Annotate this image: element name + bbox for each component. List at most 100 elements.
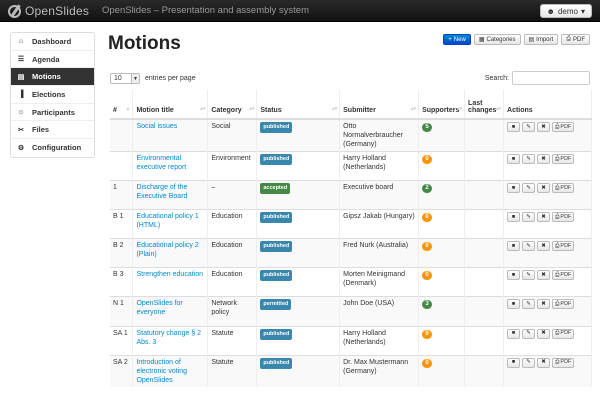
motion-title-link[interactable]: Discharge of the Executive Board xyxy=(136,184,187,200)
delete-button[interactable]: ✖ xyxy=(537,183,551,194)
motion-title-link[interactable]: Educational policy 1 (HTML) xyxy=(136,213,198,229)
remove-icon: ✖ xyxy=(541,213,546,220)
project-button[interactable]: ■ xyxy=(507,357,521,368)
import-button[interactable]: ▤ Import xyxy=(523,34,559,45)
motion-title-link[interactable]: Statutory change § 2 Abs. 3 xyxy=(136,330,201,346)
motion-title-link[interactable]: Social issues xyxy=(136,123,177,130)
pdf-label: PDF xyxy=(560,184,572,191)
last-changes xyxy=(464,118,505,152)
row-pdf-button[interactable]: ⎙ PDF xyxy=(552,328,575,339)
delete-button[interactable]: ✖ xyxy=(537,328,551,339)
top-navbar: OpenSlides OpenSlides – Presentation and… xyxy=(0,0,600,22)
categories-button[interactable]: ▦ Categories xyxy=(473,34,521,45)
row-pdf-button[interactable]: ⎙ PDF xyxy=(552,299,575,310)
edit-button[interactable]: ✎ xyxy=(522,357,536,368)
motion-title-link[interactable]: Introduction of electronic voting OpenSl… xyxy=(136,359,187,384)
column-header[interactable]: Supporters ▴▾ xyxy=(418,90,466,120)
sidebar-item-label: Motions xyxy=(32,72,61,82)
column-header-label: # xyxy=(113,107,117,114)
project-button[interactable]: ■ xyxy=(507,299,521,310)
column-header[interactable]: Motion title ▴▾ xyxy=(132,90,209,120)
project-button[interactable]: ■ xyxy=(507,154,521,164)
last-changes xyxy=(464,238,505,268)
project-button[interactable]: ■ xyxy=(507,241,521,252)
edit-button[interactable]: ✎ xyxy=(522,212,536,223)
sort-icon: ▴▾ xyxy=(495,106,502,112)
edit-button[interactable]: ✎ xyxy=(522,154,536,164)
motion-title-link[interactable]: OpenSlides for everyone xyxy=(136,300,182,316)
column-header[interactable]: Category ▴▾ xyxy=(207,90,258,120)
supporters-badge: 0 xyxy=(422,155,433,164)
column-header[interactable]: Submitter ▴▾ xyxy=(339,90,420,120)
motion-submitter: Fred Nurk (Australia) xyxy=(339,238,420,268)
entries-select[interactable]: 10 ▼ xyxy=(110,73,140,84)
row-pdf-button[interactable]: ⎙ PDF xyxy=(552,183,575,194)
edit-button[interactable]: ✎ xyxy=(522,299,536,310)
sidebar-item-dashboard[interactable]: ⌂ Dashboard xyxy=(11,33,94,51)
user-icon: ☺ xyxy=(17,108,25,116)
edit-button[interactable]: ✎ xyxy=(522,183,536,194)
delete-button[interactable]: ✖ xyxy=(537,241,551,252)
motion-title-link[interactable]: Environmental executive report xyxy=(136,155,186,171)
project-button[interactable]: ■ xyxy=(507,270,521,281)
motions-table: # ▲ Motion title ▴▾ Category ▴▾ Status ▴▾ Submit… xyxy=(110,90,592,387)
new-motion-button[interactable]: + New xyxy=(443,34,471,45)
delete-button[interactable]: ✖ xyxy=(537,299,551,310)
row-pdf-button[interactable]: ⎙ PDF xyxy=(552,241,575,252)
last-changes xyxy=(464,325,505,356)
sidebar-item-label: Dashboard xyxy=(32,36,72,46)
sidebar-item-participants[interactable]: ☺ Participants xyxy=(11,104,94,122)
column-header[interactable]: Status ▴▾ xyxy=(256,90,341,120)
sidebar-item-files[interactable]: ✂ Files xyxy=(11,121,94,140)
motion-category: Statute xyxy=(207,325,258,356)
print-icon: ⎙ xyxy=(555,213,560,220)
row-pdf-button[interactable]: ⎙ PDF xyxy=(552,122,575,132)
sidebar-item-configuration[interactable]: ⚙ Configuration xyxy=(11,139,94,157)
print-icon: ⎙ xyxy=(555,359,560,366)
search-input[interactable] xyxy=(512,71,590,85)
pdf-button[interactable]: ⎙ PDF xyxy=(561,34,590,45)
entries-per-page: 10 ▼ entries per page xyxy=(110,73,196,84)
last-changes xyxy=(464,296,505,327)
project-button[interactable]: ■ xyxy=(507,328,521,339)
column-header[interactable]: # ▲ xyxy=(110,90,134,120)
edit-button[interactable]: ✎ xyxy=(522,328,536,339)
delete-button[interactable]: ✖ xyxy=(537,154,551,164)
print-icon: ⎙ xyxy=(555,271,560,278)
paperclip-icon: ✂ xyxy=(18,126,24,134)
edit-button[interactable]: ✎ xyxy=(522,241,536,252)
column-header-label: Supporters xyxy=(422,107,460,114)
project-button[interactable]: ■ xyxy=(507,183,521,194)
page-title: Motions xyxy=(108,33,181,54)
motion-number: B 3 xyxy=(110,267,134,297)
sidebar-item-agenda[interactable]: ☰ Agenda xyxy=(11,51,94,69)
motion-title-link[interactable]: Strengthen education xyxy=(136,271,203,278)
column-header[interactable]: Last changes ▴▾ xyxy=(464,90,505,120)
last-changes xyxy=(464,267,505,297)
edit-button[interactable]: ✎ xyxy=(522,122,536,132)
project-button[interactable]: ■ xyxy=(507,122,521,132)
row-pdf-button[interactable]: ⎙ PDF xyxy=(552,270,575,281)
sidebar-item-elections[interactable]: ▐ Elections xyxy=(11,86,94,104)
status-badge: published xyxy=(260,357,293,369)
delete-button[interactable]: ✖ xyxy=(537,122,551,132)
motion-title-link[interactable]: Educational policy 2 (Plain) xyxy=(136,242,198,258)
user-menu-button[interactable]: ☻ demo ▾ xyxy=(539,4,592,18)
video-icon: ■ xyxy=(511,271,516,278)
sort-icon: ▴▾ xyxy=(411,106,417,112)
sidebar-item-motions[interactable]: ▤ Motions xyxy=(11,68,94,87)
row-pdf-button[interactable]: ⎙ PDF xyxy=(552,154,575,164)
brand[interactable]: OpenSlides xyxy=(8,3,89,19)
status-badge: accepted xyxy=(260,183,291,195)
row-pdf-button[interactable]: ⎙ PDF xyxy=(552,357,575,368)
table-row: B 1 Educational policy 1 (HTML) Educatio… xyxy=(110,209,592,239)
delete-button[interactable]: ✖ xyxy=(537,357,551,368)
row-pdf-button[interactable]: ⎙ PDF xyxy=(552,212,575,223)
edit-button[interactable]: ✎ xyxy=(522,270,536,281)
video-icon: ■ xyxy=(511,155,516,162)
status-badge: published xyxy=(260,122,293,133)
motion-number xyxy=(110,118,134,152)
delete-button[interactable]: ✖ xyxy=(537,212,551,223)
delete-button[interactable]: ✖ xyxy=(537,270,551,281)
project-button[interactable]: ■ xyxy=(507,212,521,223)
